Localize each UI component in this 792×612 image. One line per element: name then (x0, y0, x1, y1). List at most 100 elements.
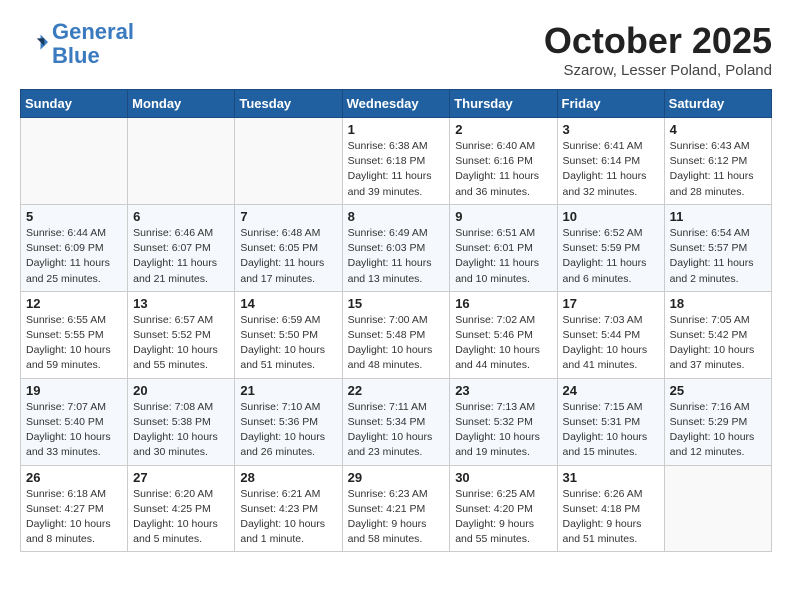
calendar-cell: 7 Sunrise: 6:48 AM Sunset: 6:05 PM Daylig… (235, 204, 342, 291)
calendar-cell: 31Sunrise: 6:26 AM Sunset: 4:18 PM Dayli… (557, 465, 664, 552)
day-info: Sunrise: 6:57 AM Sunset: 5:52 PM Dayligh… (133, 313, 229, 374)
calendar-cell: 15Sunrise: 7:00 AM Sunset: 5:48 PM Dayli… (342, 291, 450, 378)
day-info: Sunrise: 6:40 AM Sunset: 6:16 PM Dayligh… (455, 139, 551, 200)
weekday-header: Friday (557, 90, 664, 118)
day-number: 12 (26, 296, 122, 311)
day-number: 15 (348, 296, 445, 311)
day-number: 30 (455, 470, 551, 485)
day-info: Sunrise: 6:20 AM Sunset: 4:25 PM Dayligh… (133, 487, 229, 548)
logo-icon (20, 30, 48, 58)
calendar-week-row: 12 Sunrise: 6:55 AM Sunset: 5:55 PM Dayli… (21, 291, 772, 378)
page-header: General Blue October 2025 Szarow, Lesser… (20, 20, 772, 79)
day-info: Sunrise: 6:43 AM Sunset: 6:12 PM Dayligh… (670, 139, 766, 200)
day-info: Sunrise: 6:26 AM Sunset: 4:18 PM Dayligh… (563, 487, 659, 548)
calendar-cell: 18 Sunrise: 7:05 AM Sunset: 5:42 PM Dayli… (664, 291, 771, 378)
day-info: Sunrise: 6:46 AM Sunset: 6:07 PM Dayligh… (133, 226, 229, 287)
day-info: Sunrise: 6:55 AM Sunset: 5:55 PM Dayligh… (26, 313, 122, 374)
day-info: Sunrise: 7:05 AM Sunset: 5:42 PM Dayligh… (670, 313, 766, 374)
calendar-cell (235, 118, 342, 205)
calendar-cell: 14 Sunrise: 6:59 AM Sunset: 5:50 PM Dayli… (235, 291, 342, 378)
day-number: 7 (240, 209, 336, 224)
day-number: 19 (26, 383, 122, 398)
weekday-header: Wednesday (342, 90, 450, 118)
day-number: 4 (670, 122, 766, 137)
calendar-cell: 6 Sunrise: 6:46 AM Sunset: 6:07 PM Daylig… (128, 204, 235, 291)
day-number: 28 (240, 470, 336, 485)
weekday-header: Tuesday (235, 90, 342, 118)
day-number: 8 (348, 209, 445, 224)
calendar-week-row: 19 Sunrise: 7:07 AM Sunset: 5:40 PM Dayli… (21, 378, 772, 465)
calendar-cell: 24Sunrise: 7:15 AM Sunset: 5:31 PM Dayli… (557, 378, 664, 465)
day-number: 1 (348, 122, 445, 137)
day-info: Sunrise: 6:51 AM Sunset: 6:01 PM Dayligh… (455, 226, 551, 287)
calendar-week-row: 26 Sunrise: 6:18 AM Sunset: 4:27 PM Dayli… (21, 465, 772, 552)
day-info: Sunrise: 7:08 AM Sunset: 5:38 PM Dayligh… (133, 400, 229, 461)
calendar-cell: 2 Sunrise: 6:40 AM Sunset: 6:16 PM Daylig… (450, 118, 557, 205)
calendar-cell: 25 Sunrise: 7:16 AM Sunset: 5:29 PM Dayli… (664, 378, 771, 465)
day-number: 13 (133, 296, 229, 311)
calendar-cell: 27Sunrise: 6:20 AM Sunset: 4:25 PM Dayli… (128, 465, 235, 552)
day-number: 24 (563, 383, 659, 398)
calendar-cell: 12 Sunrise: 6:55 AM Sunset: 5:55 PM Dayli… (21, 291, 128, 378)
day-number: 17 (563, 296, 659, 311)
day-number: 9 (455, 209, 551, 224)
day-info: Sunrise: 6:23 AM Sunset: 4:21 PM Dayligh… (348, 487, 445, 548)
calendar-cell: 9 Sunrise: 6:51 AM Sunset: 6:01 PM Daylig… (450, 204, 557, 291)
calendar-week-row: 1 Sunrise: 6:38 AM Sunset: 6:18 PM Daylig… (21, 118, 772, 205)
calendar-cell: 21 Sunrise: 7:10 AM Sunset: 5:36 PM Dayli… (235, 378, 342, 465)
calendar-body: 1 Sunrise: 6:38 AM Sunset: 6:18 PM Daylig… (21, 118, 772, 552)
calendar-cell: 8Sunrise: 6:49 AM Sunset: 6:03 PM Daylig… (342, 204, 450, 291)
calendar-cell: 11Sunrise: 6:54 AM Sunset: 5:57 PM Dayli… (664, 204, 771, 291)
calendar-cell: 19 Sunrise: 7:07 AM Sunset: 5:40 PM Dayli… (21, 378, 128, 465)
day-number: 18 (670, 296, 766, 311)
calendar-cell (21, 118, 128, 205)
title-block: October 2025 Szarow, Lesser Poland, Pola… (544, 20, 772, 79)
day-number: 22 (348, 383, 445, 398)
weekday-header: Sunday (21, 90, 128, 118)
calendar-cell: 13 Sunrise: 6:57 AM Sunset: 5:52 PM Dayli… (128, 291, 235, 378)
location-subtitle: Szarow, Lesser Poland, Poland (544, 62, 772, 79)
day-info: Sunrise: 6:48 AM Sunset: 6:05 PM Dayligh… (240, 226, 336, 287)
month-title: October 2025 (544, 20, 772, 62)
day-number: 26 (26, 470, 122, 485)
day-info: Sunrise: 6:59 AM Sunset: 5:50 PM Dayligh… (240, 313, 336, 374)
day-number: 25 (670, 383, 766, 398)
day-number: 16 (455, 296, 551, 311)
calendar-cell: 17 Sunrise: 7:03 AM Sunset: 5:44 PM Dayli… (557, 291, 664, 378)
day-info: Sunrise: 7:03 AM Sunset: 5:44 PM Dayligh… (563, 313, 659, 374)
weekday-header: Saturday (664, 90, 771, 118)
calendar-cell: 29 Sunrise: 6:23 AM Sunset: 4:21 PM Dayli… (342, 465, 450, 552)
day-info: Sunrise: 6:18 AM Sunset: 4:27 PM Dayligh… (26, 487, 122, 548)
day-number: 11 (670, 209, 766, 224)
weekday-header: Monday (128, 90, 235, 118)
calendar-cell: 20Sunrise: 7:08 AM Sunset: 5:38 PM Dayli… (128, 378, 235, 465)
day-info: Sunrise: 7:07 AM Sunset: 5:40 PM Dayligh… (26, 400, 122, 461)
calendar-cell: 1 Sunrise: 6:38 AM Sunset: 6:18 PM Daylig… (342, 118, 450, 205)
weekday-header: Thursday (450, 90, 557, 118)
day-number: 10 (563, 209, 659, 224)
day-info: Sunrise: 7:10 AM Sunset: 5:36 PM Dayligh… (240, 400, 336, 461)
calendar-week-row: 5Sunrise: 6:44 AM Sunset: 6:09 PM Daylig… (21, 204, 772, 291)
day-number: 29 (348, 470, 445, 485)
calendar-cell: 4 Sunrise: 6:43 AM Sunset: 6:12 PM Daylig… (664, 118, 771, 205)
day-info: Sunrise: 6:38 AM Sunset: 6:18 PM Dayligh… (348, 139, 445, 200)
day-number: 21 (240, 383, 336, 398)
day-info: Sunrise: 7:11 AM Sunset: 5:34 PM Dayligh… (348, 400, 445, 461)
day-number: 23 (455, 383, 551, 398)
calendar-cell: 28Sunrise: 6:21 AM Sunset: 4:23 PM Dayli… (235, 465, 342, 552)
day-number: 2 (455, 122, 551, 137)
day-info: Sunrise: 6:41 AM Sunset: 6:14 PM Dayligh… (563, 139, 659, 200)
calendar-cell (664, 465, 771, 552)
day-info: Sunrise: 7:13 AM Sunset: 5:32 PM Dayligh… (455, 400, 551, 461)
calendar-cell: 26 Sunrise: 6:18 AM Sunset: 4:27 PM Dayli… (21, 465, 128, 552)
day-info: Sunrise: 6:52 AM Sunset: 5:59 PM Dayligh… (563, 226, 659, 287)
day-number: 14 (240, 296, 336, 311)
calendar-cell: 10 Sunrise: 6:52 AM Sunset: 5:59 PM Dayli… (557, 204, 664, 291)
calendar-cell: 5Sunrise: 6:44 AM Sunset: 6:09 PM Daylig… (21, 204, 128, 291)
calendar-header: SundayMondayTuesdayWednesdayThursdayFrid… (21, 90, 772, 118)
day-info: Sunrise: 6:25 AM Sunset: 4:20 PM Dayligh… (455, 487, 551, 548)
day-number: 5 (26, 209, 122, 224)
day-info: Sunrise: 7:16 AM Sunset: 5:29 PM Dayligh… (670, 400, 766, 461)
calendar-cell (128, 118, 235, 205)
day-number: 6 (133, 209, 229, 224)
